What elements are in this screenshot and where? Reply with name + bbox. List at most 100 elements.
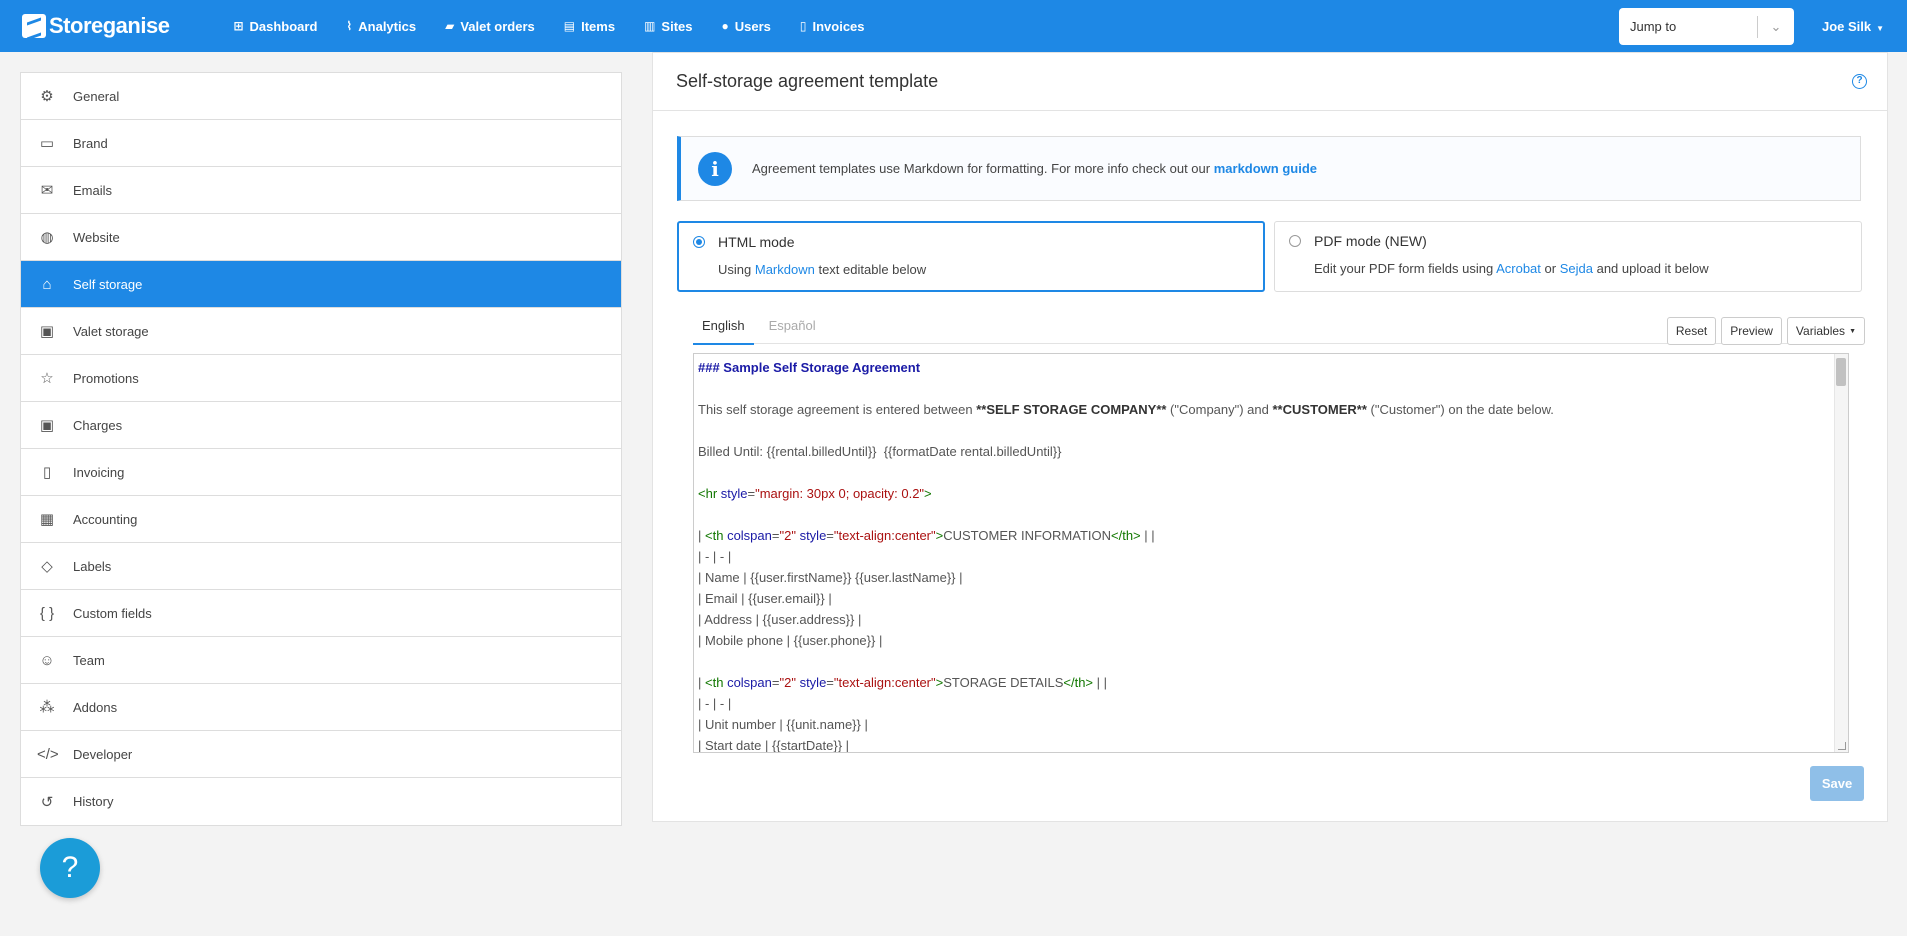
preview-button[interactable]: Preview bbox=[1721, 317, 1782, 345]
code-token: This self storage agreement is entered b… bbox=[698, 402, 977, 417]
editor-line: This self storage agreement is entered b… bbox=[698, 399, 1832, 420]
code-token: = bbox=[747, 486, 756, 501]
question-circle-icon[interactable]: ? bbox=[1852, 74, 1867, 89]
code-token: STORAGE DETAILS bbox=[943, 675, 1064, 690]
variables-dropdown[interactable]: Variables ▼ bbox=[1786, 317, 1865, 345]
sidebar-item-promotions[interactable]: ☆ Promotions bbox=[21, 355, 621, 402]
sidebar-item-emails[interactable]: ✉ Emails bbox=[21, 167, 621, 214]
sidebar-item-addons[interactable]: ⁂ Addons bbox=[21, 684, 621, 731]
sidebar-item-charges[interactable]: ▣ Charges bbox=[21, 402, 621, 449]
code-token: | | bbox=[1140, 528, 1155, 543]
reset-label: Reset bbox=[1675, 324, 1708, 338]
sidebar-item-website[interactable]: ◍ Website bbox=[21, 214, 621, 261]
sidebar-item-label: Labels bbox=[73, 558, 112, 574]
save-button[interactable]: Save bbox=[1810, 766, 1864, 801]
pdf-mode-desc-mid: or bbox=[1544, 261, 1557, 276]
html-mode-description: Using Markdown text editable below bbox=[718, 262, 926, 277]
dashboard-icon: ⊞ bbox=[233, 19, 244, 33]
truck-icon: ▰ bbox=[445, 19, 455, 33]
sidebar-item-label: Self storage bbox=[73, 276, 143, 292]
editor-line: | - | - | bbox=[698, 546, 1832, 567]
jump-to-select[interactable]: Jump to ⌄ bbox=[1619, 8, 1794, 45]
code-token: ("Company") and bbox=[1166, 402, 1273, 417]
variables-label: Variables bbox=[1795, 324, 1846, 338]
pdf-mode-desc-before: Edit your PDF form fields using bbox=[1314, 261, 1494, 276]
app-logo[interactable]: Storeganise bbox=[22, 13, 170, 39]
tab-espanol[interactable]: Español bbox=[760, 318, 825, 345]
editor-scrollbar[interactable] bbox=[1834, 354, 1848, 752]
code-token: **SELF STORAGE COMPANY** bbox=[976, 402, 1167, 417]
code-token: <th bbox=[705, 528, 724, 543]
html-mode-option[interactable]: HTML mode Using Markdown text editable b… bbox=[677, 221, 1265, 292]
sidebar-item-brand[interactable]: ▭ Brand bbox=[21, 120, 621, 167]
code-token: | Name | {{user.firstName}} {{user.lastN… bbox=[698, 570, 963, 585]
team-icon: ☺ bbox=[39, 651, 55, 669]
sidebar-item-label: Brand bbox=[73, 135, 108, 151]
gear-icon: ⚙ bbox=[40, 88, 54, 105]
markdown-editor[interactable]: ### Sample Self Storage Agreement This se… bbox=[693, 353, 1849, 753]
nav-users[interactable]: ● Users bbox=[721, 19, 770, 34]
sidebar-item-team[interactable]: ☺ Team bbox=[21, 637, 621, 684]
code-token: colspan bbox=[727, 528, 772, 543]
editor-line: | Mobile phone | {{user.phone}} | bbox=[698, 630, 1832, 651]
code-token: | bbox=[698, 528, 705, 543]
tags-icon: ◇ bbox=[41, 558, 53, 575]
sidebar-item-self-storage[interactable]: ⌂ Self storage bbox=[21, 261, 621, 308]
nav-valet-orders[interactable]: ▰ Valet orders bbox=[445, 19, 535, 34]
sidebar-item-labels[interactable]: ◇ Labels bbox=[21, 543, 621, 590]
sidebar-item-history[interactable]: ↺ History bbox=[21, 778, 621, 825]
sidebar-item-label: Addons bbox=[73, 699, 118, 715]
reset-button[interactable]: Reset bbox=[1666, 317, 1717, 345]
warehouse-icon: ⌂ bbox=[42, 275, 52, 293]
chevron-down-icon[interactable]: ⌄ bbox=[1758, 19, 1794, 35]
sidebar-item-valet-storage[interactable]: ▣ Valet storage bbox=[21, 308, 621, 355]
star-icon: ☆ bbox=[40, 370, 54, 387]
info-icon: i bbox=[698, 151, 732, 186]
sejda-link[interactable]: Sejda bbox=[1560, 261, 1593, 276]
save-label: Save bbox=[1821, 776, 1853, 791]
nav-label: Sites bbox=[661, 18, 693, 34]
sidebar-item-general[interactable]: ⚙ General bbox=[21, 73, 621, 120]
nav-invoices[interactable]: ▯ Invoices bbox=[800, 19, 865, 34]
nav-items[interactable]: ▤ Items bbox=[564, 19, 615, 34]
nav-dashboard[interactable]: ⊞ Dashboard bbox=[233, 19, 317, 34]
scrollbar-thumb[interactable] bbox=[1836, 358, 1846, 386]
sidebar-item-custom-fields[interactable]: { } Custom fields bbox=[21, 590, 621, 637]
code-token: "2" bbox=[779, 675, 796, 690]
page-title: Self-storage agreement template bbox=[676, 71, 939, 91]
nav-analytics[interactable]: ⌇ Analytics bbox=[346, 19, 416, 34]
code-token: | Email | {{user.email}} | bbox=[698, 591, 832, 606]
pdf-mode-desc-after: and upload it below bbox=[1596, 261, 1709, 276]
tab-english[interactable]: English bbox=[693, 318, 754, 345]
sidebar-item-accounting[interactable]: ▦ Accounting bbox=[21, 496, 621, 543]
sidebar-item-label: Team bbox=[73, 652, 105, 668]
sidebar-item-invoicing[interactable]: ▯ Invoicing bbox=[21, 449, 621, 496]
code-token: ("Customer") on the date below. bbox=[1366, 402, 1554, 417]
nav-sites[interactable]: ▥ Sites bbox=[644, 19, 692, 34]
markdown-guide-link[interactable]: markdown guide bbox=[1214, 161, 1317, 176]
editor-toolbar: Reset Preview Variables ▼ bbox=[1662, 317, 1865, 345]
code-token: = bbox=[826, 675, 834, 690]
sidebar-item-developer[interactable]: </> Developer bbox=[21, 731, 621, 778]
html-mode-radio[interactable] bbox=[693, 236, 705, 248]
code-token: | Unit number | {{unit.name}} | bbox=[698, 717, 868, 732]
html-mode-desc-before: Using bbox=[718, 262, 752, 277]
code-token: "2" bbox=[779, 528, 796, 543]
editor-content[interactable]: ### Sample Self Storage Agreement This se… bbox=[698, 357, 1832, 752]
resize-handle[interactable] bbox=[1838, 742, 1846, 750]
user-name: Joe Silk bbox=[1822, 19, 1872, 34]
help-chat-label: ? bbox=[61, 851, 79, 884]
pdf-mode-radio[interactable] bbox=[1289, 235, 1301, 247]
markdown-link[interactable]: Markdown bbox=[755, 262, 815, 277]
pdf-mode-option[interactable]: PDF mode (NEW) Edit your PDF form fields… bbox=[1274, 221, 1862, 292]
user-menu[interactable]: Joe Silk ▼ bbox=[1822, 19, 1884, 34]
sidebar-item-label: Accounting bbox=[73, 511, 138, 527]
acrobat-link[interactable]: Acrobat bbox=[1496, 261, 1541, 276]
sidebar-item-label: General bbox=[73, 88, 120, 104]
top-navbar: Storeganise ⊞ Dashboard ⌇ Analytics ▰ Valet o… bbox=[0, 0, 1907, 52]
help-chat-button[interactable]: ? bbox=[40, 838, 100, 898]
code-token: <hr bbox=[698, 486, 718, 501]
logo-icon bbox=[22, 14, 46, 38]
html-mode-desc-after: text editable below bbox=[818, 262, 927, 277]
